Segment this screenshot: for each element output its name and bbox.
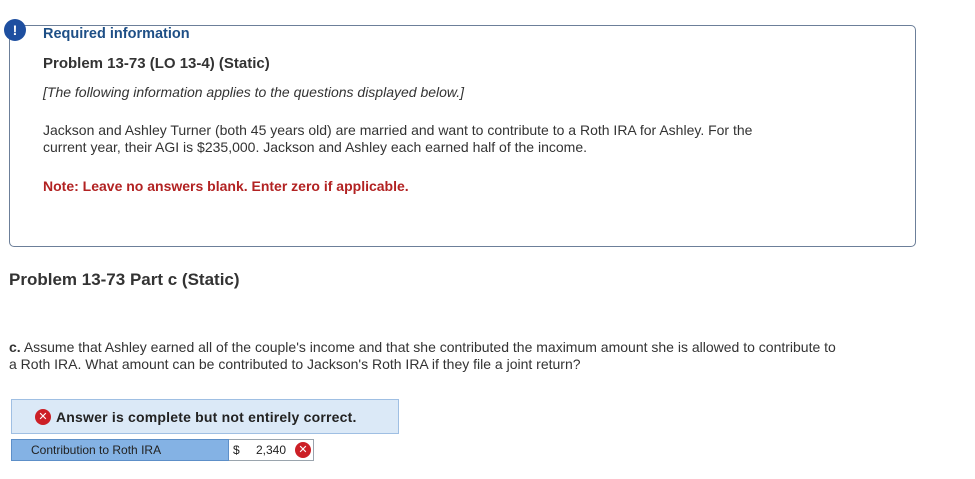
- question-line-1-text: Assume that Ashley earned all of the cou…: [23, 339, 836, 355]
- question-text: c. Assume that Ashley earned all of the …: [9, 339, 964, 373]
- part-title: Problem 13-73 Part c (Static): [9, 270, 240, 289]
- question-line-1: c. Assume that Ashley earned all of the …: [9, 339, 964, 356]
- answer-status-banner: ✕ Answer is complete but not entirely co…: [11, 399, 399, 434]
- scenario-line-2: current year, their AGI is $235,000. Jac…: [43, 139, 587, 155]
- answer-amount: 2,340: [256, 443, 287, 457]
- answer-value-field[interactable]: $ 2,340 ✕: [229, 439, 314, 461]
- scenario-text: Jackson and Ashley Turner (both 45 years…: [43, 122, 863, 156]
- instruction-note: Note: Leave no answers blank. Enter zero…: [43, 178, 409, 194]
- alert-icon: !: [4, 19, 26, 41]
- problem-title: Problem 13-73 (LO 13-4) (Static): [43, 55, 270, 72]
- question-label: c.: [9, 339, 21, 355]
- applies-note: [The following information applies to th…: [43, 84, 465, 100]
- required-info-heading: Required information: [43, 26, 190, 42]
- answer-status-text: Answer is complete but not entirely corr…: [56, 409, 357, 425]
- answer-row: Contribution to Roth IRA $ 2,340 ✕: [11, 439, 314, 461]
- incorrect-x-icon: ✕: [295, 442, 311, 458]
- x-circle-icon: ✕: [35, 409, 51, 425]
- answer-row-label: Contribution to Roth IRA: [11, 439, 229, 461]
- currency-symbol: $: [233, 443, 240, 457]
- question-line-2: a Roth IRA. What amount can be contribut…: [9, 356, 581, 372]
- problem-page: ! Required information Problem 13-73 (LO…: [0, 0, 975, 479]
- scenario-line-1: Jackson and Ashley Turner (both 45 years…: [43, 122, 753, 138]
